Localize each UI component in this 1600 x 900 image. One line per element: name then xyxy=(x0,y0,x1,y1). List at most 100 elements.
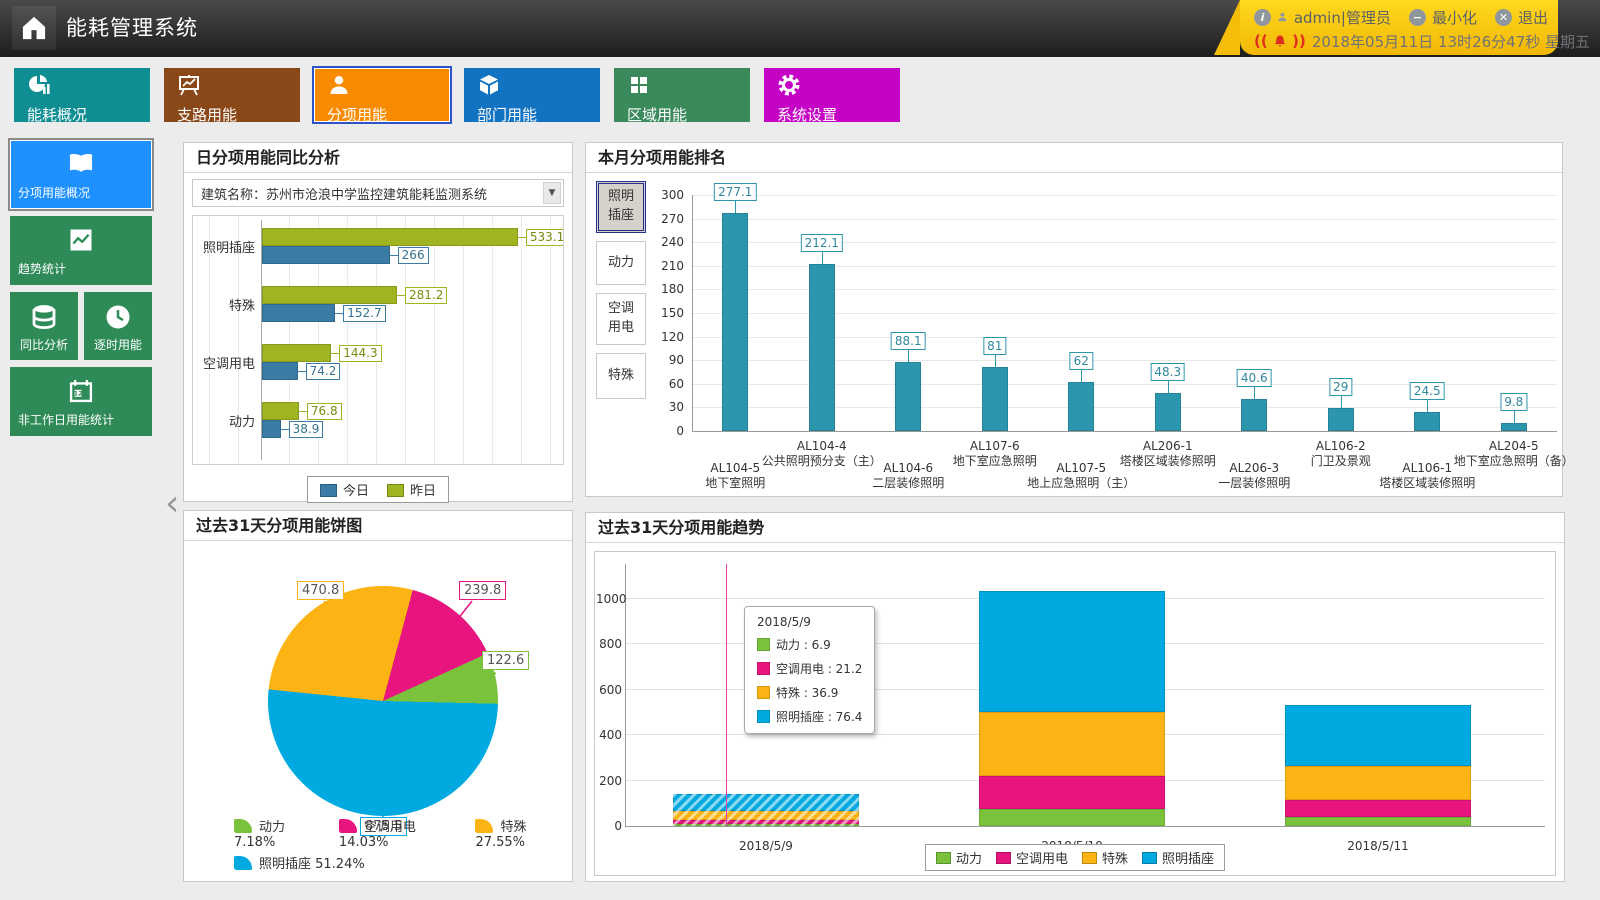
home-icon xyxy=(20,14,48,42)
sidebar-item-label: 趋势统计 xyxy=(10,254,66,285)
nav-tab-分项用能[interactable]: 分项用能 xyxy=(314,68,450,122)
trend-chart: 020040060080010002018/5/92018/5/102018/5… xyxy=(594,551,1556,876)
rank-x-label-AL104-4: AL104-4公共照明预分支（主） xyxy=(762,439,882,469)
minimize-icon[interactable]: − xyxy=(1409,9,1426,26)
database-icon xyxy=(29,302,59,332)
rank-bar-AL107-5 xyxy=(1068,382,1094,431)
stacked-bar-2018/5/9 xyxy=(673,794,859,826)
panel-title: 过去31天分项用能饼图 xyxy=(184,511,572,541)
legend-item-昨日[interactable]: 昨日 xyxy=(387,480,436,499)
bar-昨日-动力 xyxy=(262,402,299,420)
rank-bar-AL104-5 xyxy=(722,213,748,431)
sidebar-item-分项用能概况[interactable]: 分项用能概况 xyxy=(10,140,152,209)
rank-x-label-AL206-1: AL206-1塔楼区域装修照明 xyxy=(1120,439,1216,469)
rank-bar-AL206-1 xyxy=(1155,393,1181,431)
pie xyxy=(268,586,498,816)
bar-今日-动力 xyxy=(262,420,281,438)
y-tick-label: 30 xyxy=(654,400,684,414)
exit-button[interactable]: 退出 xyxy=(1518,7,1548,28)
nav-tab-label: 系统设置 xyxy=(777,104,900,125)
building-select[interactable]: 建筑名称：苏州市沧浪中学监控建筑能耗监测系统 ▼ xyxy=(192,179,564,207)
panel-title: 本月分项用能排名 xyxy=(586,143,1562,173)
pie-chart: 122.6239.8470.8875.5动力 7.18%空调用电 14.03%特… xyxy=(184,541,572,881)
nav-tab-支路用能[interactable]: 支路用能 xyxy=(164,68,300,122)
sidebar-item-label: 同比分析 xyxy=(20,332,68,359)
nav-tab-能耗概况[interactable]: 能耗概况 xyxy=(14,68,150,122)
close-icon[interactable]: ✕ xyxy=(1495,9,1512,26)
pie-value-label-特殊: 470.8 xyxy=(297,581,344,600)
trend-icon xyxy=(66,226,96,254)
category-label: 特殊 xyxy=(193,295,255,314)
value-label: 74.2 xyxy=(298,362,341,380)
legend-item-动力[interactable]: 动力 7.18% xyxy=(234,816,323,850)
panel-trend-31: 过去31天分项用能趋势 020040060080010002018/5/9201… xyxy=(585,512,1565,882)
value-label: 76.8 xyxy=(299,402,342,420)
panel-daily-compare: 日分项用能同比分析 建筑名称：苏州市沧浪中学监控建筑能耗监测系统 ▼ 照明插座5… xyxy=(183,142,573,502)
sidebar-item-趋势统计[interactable]: 趋势统计 xyxy=(10,216,152,285)
rank-x-label-AL204-5: AL204-5地下室应急照明（备） xyxy=(1454,439,1574,469)
rank-value-label: 24.5 xyxy=(1410,382,1445,400)
value-label: 152.7 xyxy=(335,304,385,322)
bar-今日-特殊 xyxy=(262,304,335,322)
sidebar-item-非工作日用能统计[interactable]: 12非工作日用能统计 xyxy=(10,367,152,436)
segment-空调用电 xyxy=(979,776,1165,809)
person-icon xyxy=(327,73,351,97)
nav-tab-部门用能[interactable]: 部门用能 xyxy=(464,68,600,122)
rank-tab-动力[interactable]: 动力 xyxy=(596,241,646,285)
chevron-down-icon[interactable]: ▼ xyxy=(543,182,561,204)
legend-item-动力[interactable]: 动力 xyxy=(936,848,982,867)
sidebar-item-逐时用能[interactable]: 逐时用能 xyxy=(84,292,152,360)
alarm-bell-icon[interactable]: (( )) xyxy=(1254,32,1306,50)
datetime-label: 2018年05月11日 13时26分47秒 星期五 xyxy=(1312,31,1590,52)
segment-照明插座 xyxy=(979,591,1165,712)
calendar-icon: 12 xyxy=(66,377,96,405)
sidebar-item-同比分析[interactable]: 同比分析 xyxy=(10,292,78,360)
segment-照明插座 xyxy=(1285,705,1471,765)
pie-value-label-动力: 122.6 xyxy=(482,651,529,670)
rank-x-label-AL106-2: AL106-2门卫及景观 xyxy=(1311,439,1371,469)
panel-monthly-rank: 本月分项用能排名 照明插座动力空调用电特殊0306090120150180210… xyxy=(585,142,1563,497)
book-icon xyxy=(66,150,96,178)
segment-特殊 xyxy=(979,712,1165,776)
info-icon[interactable]: i xyxy=(1254,9,1271,26)
clock-icon xyxy=(103,302,133,332)
rank-tab-照明插座[interactable]: 照明插座 xyxy=(596,181,646,233)
y-tick-label: 60 xyxy=(654,377,684,391)
bar-今日-空调用电 xyxy=(262,362,298,380)
building-select-value: 建筑名称：苏州市沧浪中学监控建筑能耗监测系统 xyxy=(201,184,487,203)
legend-item-照明插座[interactable]: 照明插座 xyxy=(1142,848,1214,867)
home-button[interactable] xyxy=(12,6,56,50)
sidebar-item-label: 分项用能概况 xyxy=(10,178,90,209)
rank-value-label: 62 xyxy=(1070,352,1093,370)
legend-item-特殊[interactable]: 特殊 27.55% xyxy=(475,816,572,850)
legend-item-空调用电[interactable]: 空调用电 xyxy=(996,848,1068,867)
nav-tab-区域用能[interactable]: 区域用能 xyxy=(614,68,750,122)
user-label: admin|管理员 xyxy=(1294,7,1391,28)
stacked-bar-2018/5/10 xyxy=(979,591,1165,826)
y-tick-label: 0 xyxy=(596,819,622,833)
category-label: 动力 xyxy=(193,411,255,430)
user-icon xyxy=(1277,8,1288,26)
category-label: 照明插座 xyxy=(193,237,255,256)
legend-item-今日[interactable]: 今日 xyxy=(320,480,369,499)
nav-tab-label: 分项用能 xyxy=(327,104,450,125)
legend-item-特殊[interactable]: 特殊 xyxy=(1082,848,1128,867)
crosshair-line xyxy=(726,564,727,826)
y-tick-label: 150 xyxy=(654,306,684,320)
rank-tab-特殊[interactable]: 特殊 xyxy=(596,353,646,399)
collapse-chevron[interactable]: ‹ xyxy=(165,486,179,522)
rank-bar-AL204-5 xyxy=(1501,423,1527,431)
app-title: 能耗管理系统 xyxy=(66,0,198,57)
legend-item-空调用电[interactable]: 空调用电 14.03% xyxy=(339,816,460,850)
value-label: 281.2 xyxy=(397,286,447,304)
rank-x-label-AL104-6: AL104-6二层装修照明 xyxy=(872,461,944,491)
rank-value-label: 40.6 xyxy=(1237,369,1272,387)
sidebar-item-label: 逐时用能 xyxy=(94,332,142,359)
app-header: 能耗管理系统 i admin|管理员 − 最小化 ✕ 退出 (( )) 2018… xyxy=(0,0,1600,57)
legend-item-照明插座[interactable]: 照明插座 51.24% xyxy=(234,853,365,872)
rank-x-label-AL107-6: AL107-6地下室应急照明 xyxy=(953,439,1037,469)
minimize-button[interactable]: 最小化 xyxy=(1432,7,1477,28)
bar-昨日-空调用电 xyxy=(262,344,331,362)
rank-tab-空调用电[interactable]: 空调用电 xyxy=(596,293,646,345)
nav-tab-系统设置[interactable]: 系统设置 xyxy=(764,68,900,122)
